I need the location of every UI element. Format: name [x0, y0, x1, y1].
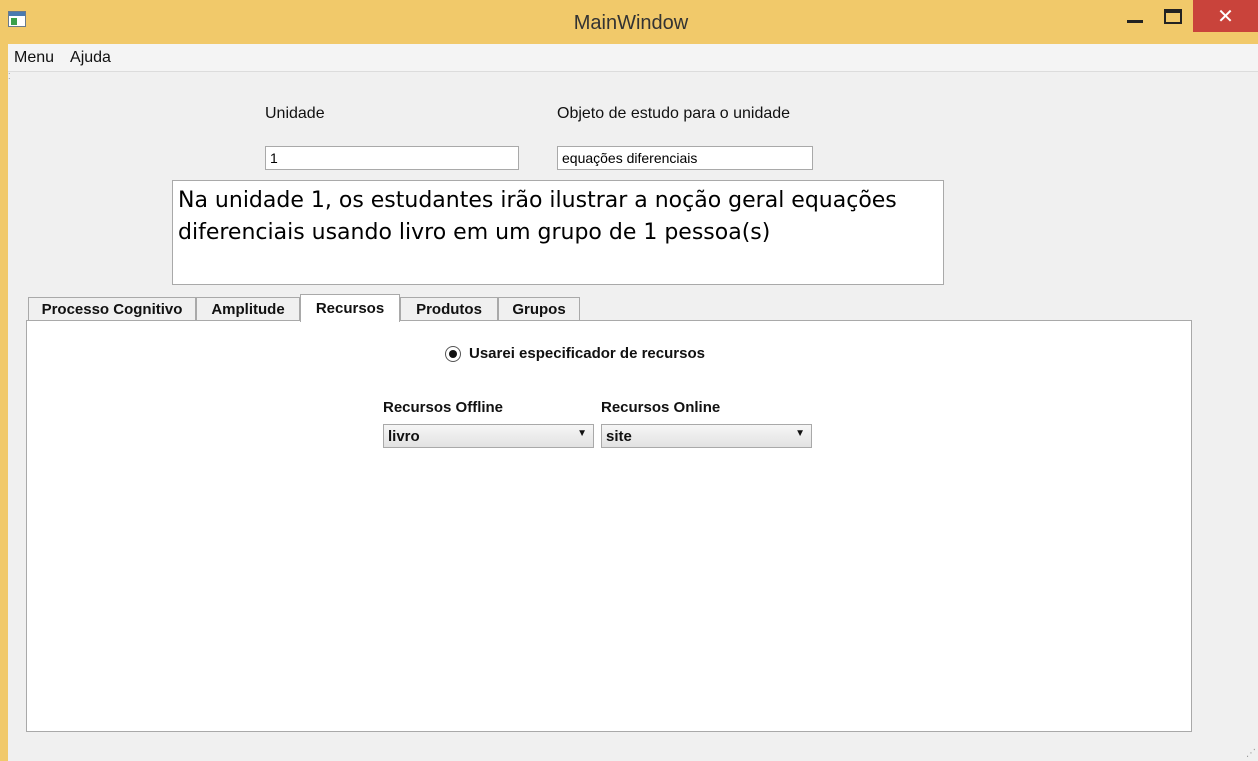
tab-grupos[interactable]: Grupos — [498, 297, 580, 321]
objeto-input[interactable]: equações diferenciais — [557, 146, 813, 170]
chevron-down-icon: ▼ — [577, 428, 587, 439]
menu-bar: Menu Ajuda — [8, 44, 1258, 72]
tab-recursos[interactable]: Recursos — [300, 294, 400, 322]
close-icon: ✕ — [1217, 5, 1234, 28]
online-select[interactable]: site ▼ — [601, 424, 812, 448]
tab-amplitude[interactable]: Amplitude — [196, 297, 300, 321]
unidade-input[interactable]: 1 — [265, 146, 519, 170]
offline-select-value: livro — [388, 428, 420, 445]
objeto-label: Objeto de estudo para o unidade — [557, 105, 791, 122]
summary-text-area[interactable]: Na unidade 1, os estudantes irão ilustra… — [172, 180, 944, 285]
especificador-radio[interactable] — [445, 345, 461, 362]
title-bar[interactable]: MainWindow ✕ — [0, 0, 1258, 44]
menu-ajuda[interactable]: Ajuda — [64, 49, 117, 67]
tab-processo-cognitivo[interactable]: Processo Cognitivo — [28, 297, 196, 321]
window-title: MainWindow — [573, 12, 689, 34]
main-window: MainWindow ✕ Menu Ajuda ⁚ Unidade Objeto… — [0, 0, 1258, 761]
online-select-value: site — [606, 428, 632, 445]
recursos-panel: Usarei especificador de recursos Recurso… — [26, 320, 1192, 732]
online-label: Recursos Online — [601, 399, 721, 416]
client-area: Menu Ajuda ⁚ Unidade Objeto de estudo pa… — [8, 44, 1258, 761]
maximize-button[interactable] — [1150, 0, 1196, 32]
toolbar-grip-icon[interactable]: ⁚ — [8, 72, 11, 81]
minimize-icon — [1127, 19, 1143, 23]
menu-menu[interactable]: Menu — [8, 49, 60, 67]
chevron-down-icon: ▼ — [795, 428, 805, 439]
maximize-icon — [1164, 8, 1182, 24]
tab-produtos[interactable]: Produtos — [400, 297, 498, 321]
resize-grip-icon[interactable]: ⋰ — [1246, 748, 1256, 759]
radio-checked-dot — [449, 349, 457, 358]
especificador-radio-option[interactable]: Usarei especificador de recursos — [445, 345, 705, 362]
offline-select[interactable]: livro ▼ — [383, 424, 594, 448]
especificador-radio-label[interactable]: Usarei especificador de recursos — [469, 345, 705, 362]
unidade-label: Unidade — [265, 105, 325, 122]
close-button[interactable]: ✕ — [1193, 0, 1258, 32]
offline-label: Recursos Offline — [383, 399, 504, 416]
